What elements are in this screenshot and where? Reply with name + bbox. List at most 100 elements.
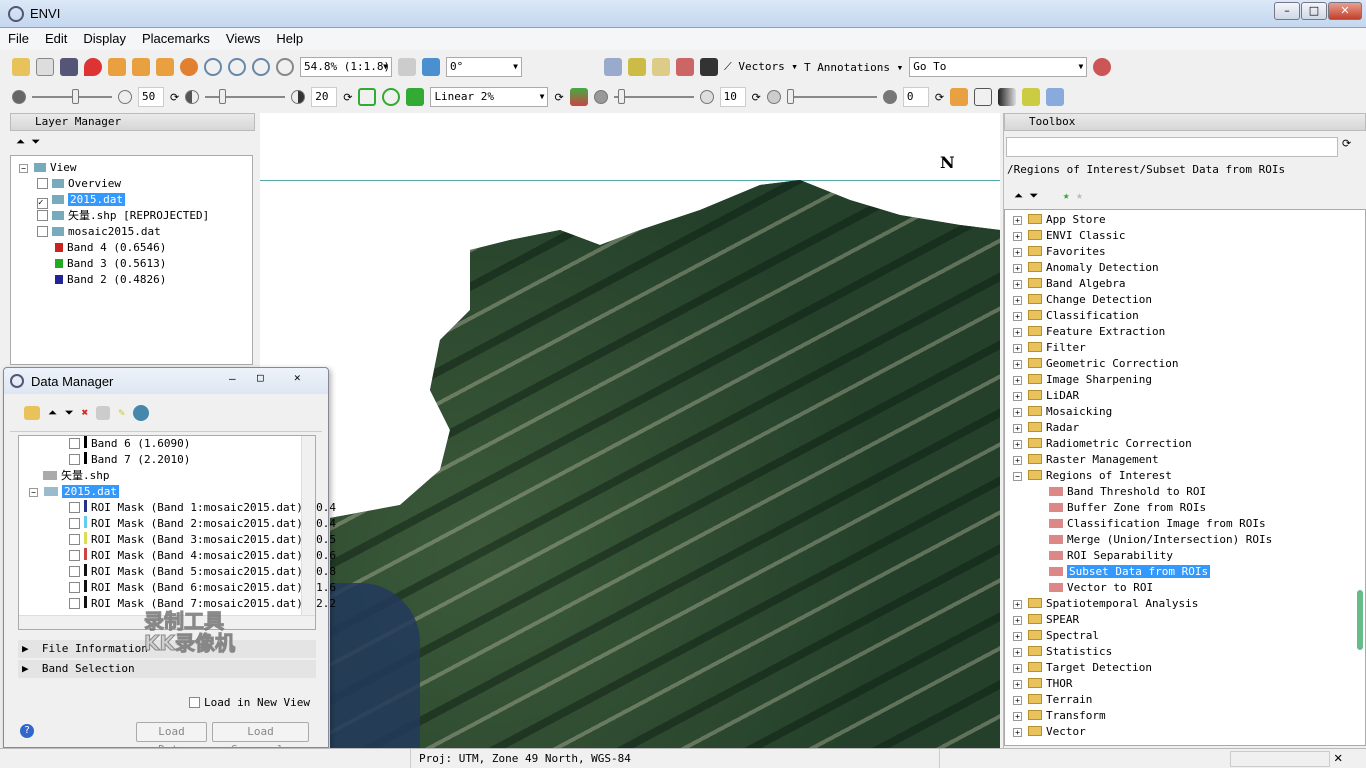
layer-checkbox[interactable] <box>37 210 48 221</box>
stretch-combo[interactable]: Linear 2% <box>430 87 549 107</box>
layer-checkbox[interactable] <box>37 178 48 189</box>
maximize-button[interactable]: □ <box>257 371 264 384</box>
band-checkbox[interactable] <box>69 566 80 577</box>
open-icon[interactable] <box>12 58 30 76</box>
expand-toggle[interactable]: + <box>1013 600 1022 609</box>
toolbox-folder[interactable]: + THOR <box>1013 676 1365 692</box>
select-icon[interactable] <box>108 58 126 76</box>
close-file-icon[interactable]: ✖ <box>82 406 89 419</box>
refresh-icon[interactable]: ⟳ <box>1342 137 1351 159</box>
toolbox-folder[interactable]: + Mosaicking <box>1013 404 1365 420</box>
pan-icon[interactable] <box>132 58 150 76</box>
toolbox-folder[interactable]: + Terrain <box>1013 692 1365 708</box>
toolbox-folder[interactable]: + Radiometric Correction <box>1013 436 1365 452</box>
band-checkbox[interactable] <box>69 502 80 513</box>
expand-icon[interactable]: ⏷ <box>31 135 40 148</box>
zoom-in-icon[interactable] <box>228 58 246 76</box>
link-icon[interactable] <box>132 404 149 421</box>
band-checkbox[interactable] <box>69 438 80 449</box>
expand-toggle[interactable]: + <box>1013 264 1022 273</box>
cancel-process-icon[interactable]: ✕ <box>1334 750 1342 766</box>
expand-toggle[interactable]: + <box>1013 248 1022 257</box>
expand-toggle[interactable]: + <box>1013 456 1022 465</box>
expand-toggle[interactable]: + <box>1013 216 1022 225</box>
toolbox-folder[interactable]: + Statistics <box>1013 644 1365 660</box>
close-all-icon[interactable] <box>96 405 111 420</box>
toolbox-tool[interactable]: Classification Image from ROIs <box>1013 516 1365 532</box>
toolbox-tool[interactable]: Band Threshold to ROI <box>1013 484 1365 500</box>
add-favorite-icon[interactable]: ★ <box>1063 189 1070 202</box>
layer-item[interactable]: Band 2 (0.4826) <box>11 272 252 288</box>
toolbox-folder[interactable]: + LiDAR <box>1013 388 1365 404</box>
sharpen-slider[interactable] <box>613 89 694 104</box>
toolbox-folder[interactable]: + Geometric Correction <box>1013 356 1365 372</box>
toolbox-folder[interactable]: + Target Detection <box>1013 660 1365 676</box>
roi-icon[interactable] <box>676 58 694 76</box>
expand-toggle[interactable]: − <box>19 164 28 173</box>
toolbox-folder[interactable]: + Filter <box>1013 340 1365 356</box>
expand-toggle[interactable]: + <box>1013 344 1022 353</box>
band-selection-section[interactable]: ▶ Band Selection <box>18 660 316 678</box>
flicker-icon[interactable] <box>1022 88 1041 106</box>
data-item[interactable]: ROI Mask (Band 5:mosaic2015.dat) (0.8 <box>29 564 336 580</box>
zoom-combo[interactable]: 54.8% (1:1.8) <box>300 57 392 77</box>
collapse-all-icon[interactable]: ⏶ <box>1014 189 1023 202</box>
rotation-combo[interactable]: 0° <box>446 57 522 77</box>
north-up-icon[interactable] <box>398 58 416 76</box>
toolbox-folder[interactable]: + Spectral <box>1013 628 1365 644</box>
contrast-value[interactable]: 20 <box>311 87 338 107</box>
pixel-locator-icon[interactable] <box>700 58 718 76</box>
toolbox-folder[interactable]: − Regions of Interest <box>1013 468 1365 484</box>
rotate-icon[interactable] <box>180 58 198 76</box>
menu-display[interactable]: Display <box>75 28 134 50</box>
refresh-stretch-icon[interactable] <box>406 88 425 106</box>
toolbox-folder[interactable]: + ENVI Classic <box>1013 228 1365 244</box>
menu-views[interactable]: Views <box>218 28 268 50</box>
expand-toggle[interactable]: + <box>1013 440 1022 449</box>
close-button[interactable]: ✕ <box>294 371 301 384</box>
toolbox-folder[interactable]: + Anomaly Detection <box>1013 260 1365 276</box>
toolbox-folder[interactable]: + SPEAR <box>1013 612 1365 628</box>
expand-toggle[interactable]: + <box>1013 376 1022 385</box>
layer-item[interactable]: Band 3 (0.5613) <box>11 256 252 272</box>
toolbox-folder[interactable]: + Radar <box>1013 420 1365 436</box>
data-item[interactable]: ROI Mask (Band 1:mosaic2015.dat) (0.4 <box>29 500 336 516</box>
load-grayscale-button[interactable]: Load Grayscale <box>212 722 309 756</box>
vertical-scrollbar[interactable] <box>301 436 315 615</box>
data-item[interactable]: ROI Mask (Band 2:mosaic2015.dat) (0.4 <box>29 516 336 532</box>
band-checkbox[interactable] <box>69 582 80 593</box>
expand-toggle[interactable]: + <box>1013 632 1022 641</box>
collapse-icon[interactable]: ⏶ <box>16 135 25 148</box>
menu-edit[interactable]: Edit <box>37 28 75 50</box>
menu-placemarks[interactable]: Placemarks <box>134 28 218 50</box>
expand-toggle[interactable]: + <box>1013 424 1022 433</box>
goto-combo[interactable]: Go To <box>909 57 1088 77</box>
minimize-button[interactable]: — <box>229 372 236 385</box>
expand-toggle[interactable]: + <box>1013 280 1022 289</box>
data-item[interactable]: Band 6 (1.6090) <box>29 436 301 452</box>
data-item[interactable]: ROI Mask (Band 3:mosaic2015.dat) (0.5 <box>29 532 336 548</box>
data-item[interactable]: ROI Mask (Band 6:mosaic2015.dat) (1.6 <box>29 580 336 596</box>
toolbox-folder[interactable]: + Vector <box>1013 724 1365 740</box>
expand-toggle[interactable]: + <box>1013 664 1022 673</box>
expand-toggle[interactable]: + <box>1013 312 1022 321</box>
expand-toggle[interactable]: + <box>1013 360 1022 369</box>
toolbox-tool[interactable]: Subset Data from ROIs <box>1013 564 1365 580</box>
open-file-icon[interactable] <box>24 405 40 420</box>
toolbox-folder[interactable]: + Transform <box>1013 708 1365 724</box>
layer-item[interactable]: 矢量.shp [REPROJECTED] <box>11 208 252 224</box>
expand-icon[interactable]: ⏷ <box>65 406 74 420</box>
expand-toggle[interactable]: + <box>1013 616 1022 625</box>
toolbox-folder[interactable]: + Classification <box>1013 308 1365 324</box>
rotate-view-icon[interactable] <box>422 58 440 76</box>
toolbox-folder[interactable]: + Raster Management <box>1013 452 1365 468</box>
expand-toggle[interactable]: + <box>1013 296 1022 305</box>
band-checkbox[interactable] <box>69 534 80 545</box>
maximize-button[interactable]: □ <box>1301 2 1327 20</box>
reset-sharpen-icon[interactable]: ⟳ <box>752 91 761 104</box>
settings-icon[interactable] <box>1093 58 1112 76</box>
vector-tool-icon[interactable] <box>604 58 622 76</box>
layer-checkbox[interactable] <box>37 226 48 237</box>
expand-toggle[interactable]: − <box>29 488 38 497</box>
expand-toggle[interactable]: + <box>1013 712 1022 721</box>
